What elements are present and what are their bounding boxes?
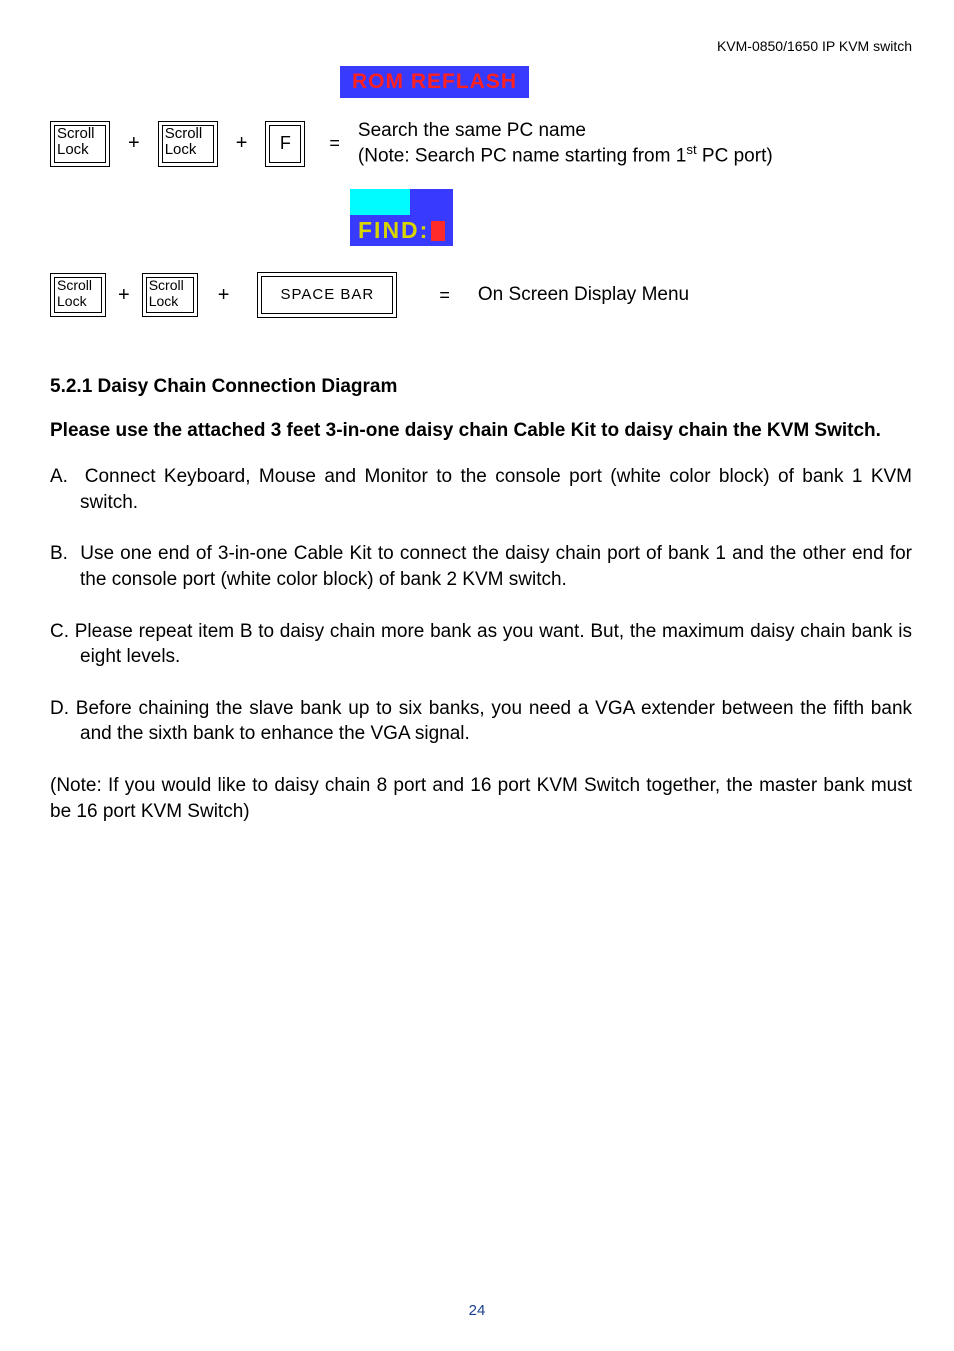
list-item: A. Connect Keyboard, Mouse and Monitor t…: [50, 464, 912, 515]
keycap-label: SPACE BAR: [281, 287, 375, 304]
list-item-text: Connect Keyboard, Mouse and Monitor to t…: [80, 466, 912, 513]
note-prefix: (Note: Search PC name starting from 1: [358, 145, 686, 166]
hotkey-find-description: Search the same PC name (Note: Search PC…: [358, 120, 773, 167]
osd-find-box-container: FIND:: [50, 167, 912, 266]
keycap-scroll-lock: Scroll Lock: [158, 121, 218, 167]
osd-rom-reflash-banner: ROM REFLASH: [340, 66, 529, 98]
page-number: 24: [0, 1302, 954, 1319]
plus-sign: +: [236, 132, 248, 155]
osd-find-box: FIND:: [350, 189, 453, 246]
keycap-scroll-lock: Scroll Lock: [50, 273, 106, 317]
desc-note-text: (Note: Search PC name starting from 1st …: [358, 142, 773, 167]
daisy-chain-steps-list: A. Connect Keyboard, Mouse and Monitor t…: [50, 464, 912, 747]
keycap-label: Scroll Lock: [57, 278, 99, 309]
list-item: B. Use one end of 3-in-one Cable Kit to …: [50, 541, 912, 592]
osd-find-cursor-icon: [431, 221, 445, 241]
osd-find-cyan-strip: [350, 189, 410, 215]
hotkey-row-osd: Scroll Lock + Scroll Lock + SPACE BAR = …: [50, 272, 912, 318]
list-item: C. Please repeat item B to daisy chain m…: [50, 619, 912, 670]
desc-main-text: Search the same PC name: [358, 120, 586, 141]
keycap-label: Scroll Lock: [165, 126, 211, 159]
osd-find-label: FIND:: [358, 217, 429, 244]
section-note: (Note: If you would like to daisy chain …: [50, 773, 912, 824]
hotkey-osd-description: On Screen Display Menu: [478, 284, 689, 306]
equals-sign: =: [439, 285, 450, 306]
keycap-space-bar: SPACE BAR: [257, 272, 397, 318]
keycap-label: F: [280, 134, 291, 154]
hotkey-row-find: Scroll Lock + Scroll Lock + F = Search t…: [50, 120, 912, 167]
list-item: D. Before chaining the slave bank up to …: [50, 696, 912, 747]
list-item-text: Before chaining the slave bank up to six…: [76, 698, 912, 745]
list-item-text: Use one end of 3-in-one Cable Kit to con…: [80, 543, 912, 590]
plus-sign: +: [128, 132, 140, 155]
osd-find-label-row: FIND:: [350, 215, 453, 246]
osd-rom-reflash-text: ROM REFLASH: [352, 70, 517, 93]
plus-sign: +: [118, 284, 130, 307]
note-sup: st: [686, 142, 696, 157]
equals-sign: =: [329, 133, 340, 154]
keycap-label: Scroll Lock: [57, 126, 103, 159]
keycap-label: Scroll Lock: [149, 278, 191, 309]
keycap-f: F: [265, 121, 305, 167]
list-item-text: Please repeat item B to daisy chain more…: [75, 621, 912, 668]
keycap-scroll-lock: Scroll Lock: [50, 121, 110, 167]
keycap-scroll-lock: Scroll Lock: [142, 273, 198, 317]
page-header-product: KVM-0850/1650 IP KVM switch: [50, 38, 912, 54]
plus-sign: +: [218, 284, 230, 307]
section-instruction: Please use the attached 3 feet 3-in-one …: [50, 418, 912, 444]
section-heading: 5.2.1 Daisy Chain Connection Diagram: [50, 376, 912, 398]
note-suffix: PC port): [697, 145, 773, 166]
